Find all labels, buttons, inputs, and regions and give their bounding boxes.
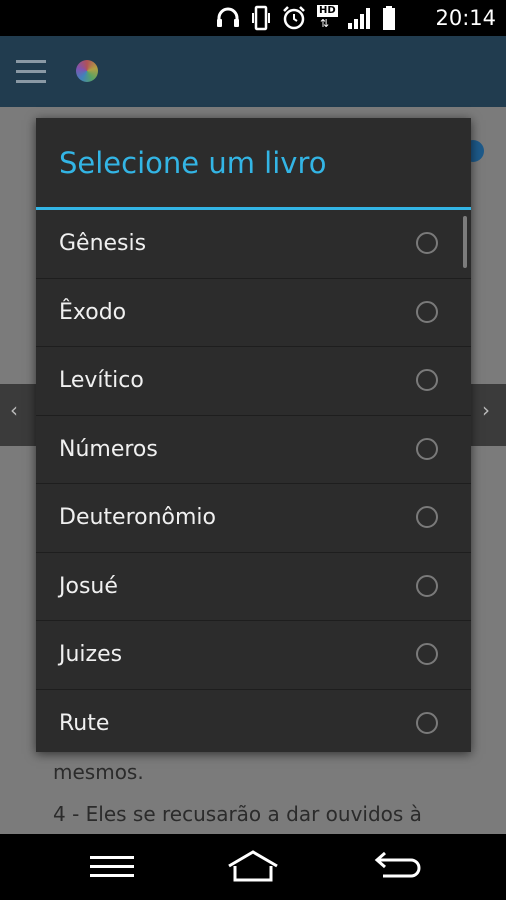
vibrate-icon — [252, 5, 270, 31]
list-item-label: Rute — [59, 710, 110, 736]
back-icon[interactable] — [365, 846, 425, 888]
radio-button[interactable] — [416, 711, 438, 734]
radio-button[interactable] — [416, 300, 438, 323]
book-selection-dialog: Selecione um livro Gênesis Êxodo Levític… — [36, 118, 471, 752]
radio-button[interactable] — [416, 232, 438, 254]
list-item-label: Gênesis — [59, 231, 147, 256]
chevron-right-icon[interactable]: › — [482, 398, 490, 422]
list-item-josue[interactable]: Josué — [36, 553, 471, 621]
status-time: 20:14 — [435, 6, 496, 30]
verse-text-line: 4 - Eles se recusarão a dar ouvidos à — [53, 802, 422, 826]
list-item-levitico[interactable]: Levítico — [36, 347, 471, 416]
radio-button[interactable] — [416, 643, 438, 665]
radio-button[interactable] — [416, 574, 438, 597]
status-icons: HD ⇅ — [215, 4, 396, 32]
list-item-label: Números — [59, 436, 158, 462]
dialog-title: Selecione um livro — [59, 146, 327, 180]
menu-icon[interactable] — [82, 846, 142, 888]
list-item-rute[interactable]: Rute — [36, 690, 471, 753]
list-item-genesis[interactable]: Gênesis — [36, 210, 471, 279]
list-item-label: Deuteronômio — [59, 505, 217, 530]
list-item-deuteronomio[interactable]: Deuteronômio — [36, 484, 471, 553]
scrollbar[interactable] — [463, 216, 467, 268]
radio-button[interactable] — [416, 437, 438, 460]
hamburger-icon[interactable] — [16, 60, 46, 83]
list-item-exodo[interactable]: Êxodo — [36, 279, 471, 347]
list-item-numeros[interactable]: Números — [36, 416, 471, 484]
list-item-label: Josué — [59, 573, 118, 599]
app-logo-icon — [76, 60, 98, 82]
signal-icon — [348, 8, 370, 29]
battery-icon — [383, 6, 395, 30]
book-list: Gênesis Êxodo Levítico Números Deuteronô… — [36, 210, 471, 752]
navigation-bar — [0, 834, 506, 900]
verse-text-line: mesmos. — [53, 760, 144, 784]
radio-button[interactable] — [416, 369, 438, 391]
list-item-label: Êxodo — [59, 299, 127, 325]
radio-button[interactable] — [416, 506, 438, 528]
list-item-juizes[interactable]: Juizes — [36, 621, 471, 690]
headset-icon — [217, 7, 239, 27]
status-bar: HD ⇅ 20:14 — [0, 0, 506, 36]
list-item-label: Levítico — [59, 368, 144, 393]
hd-network-icon: HD ⇅ — [317, 5, 338, 30]
home-icon[interactable] — [223, 846, 283, 888]
alarm-icon — [283, 6, 305, 30]
chevron-left-icon[interactable]: ‹ — [10, 398, 18, 422]
list-item-label: Juizes — [59, 642, 123, 667]
